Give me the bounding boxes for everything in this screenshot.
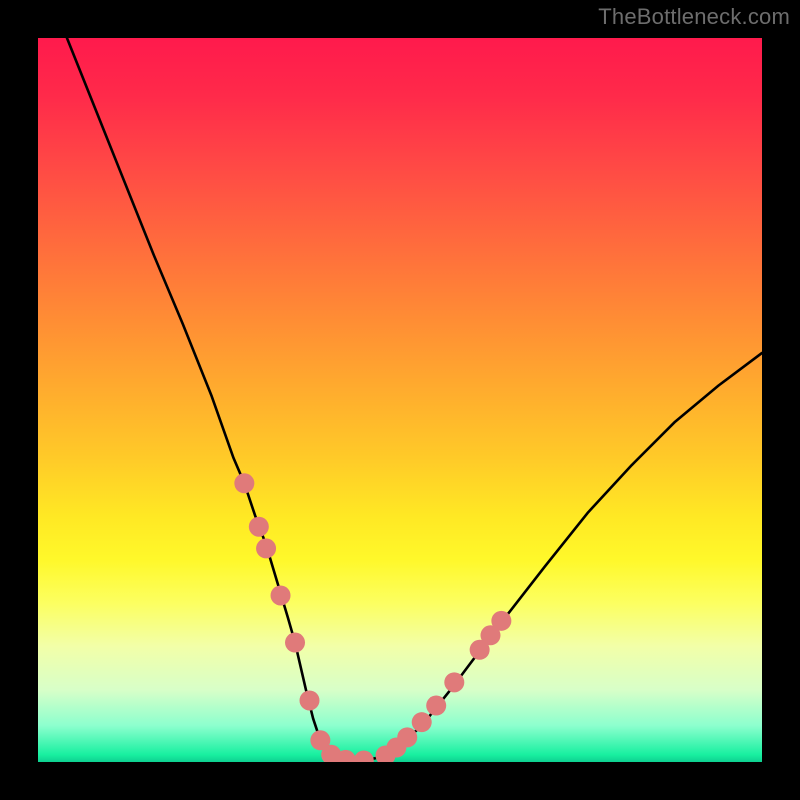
bottleneck-curve <box>67 38 762 761</box>
curve-marker <box>271 585 291 605</box>
curve-marker <box>234 473 254 493</box>
curve-marker <box>256 538 276 558</box>
watermark-text: TheBottleneck.com <box>598 4 790 30</box>
curve-marker <box>300 690 320 710</box>
chart-container: TheBottleneck.com <box>0 0 800 800</box>
curve-marker <box>444 672 464 692</box>
curve-marker <box>249 517 269 537</box>
curve-marker <box>354 751 374 762</box>
curve-marker <box>285 633 305 653</box>
curve-markers <box>234 473 511 762</box>
curve-marker <box>412 712 432 732</box>
curve-svg <box>38 38 762 762</box>
curve-marker <box>426 696 446 716</box>
curve-marker <box>397 727 417 747</box>
curve-marker <box>491 611 511 631</box>
plot-area <box>38 38 762 762</box>
curve-path <box>67 38 762 761</box>
